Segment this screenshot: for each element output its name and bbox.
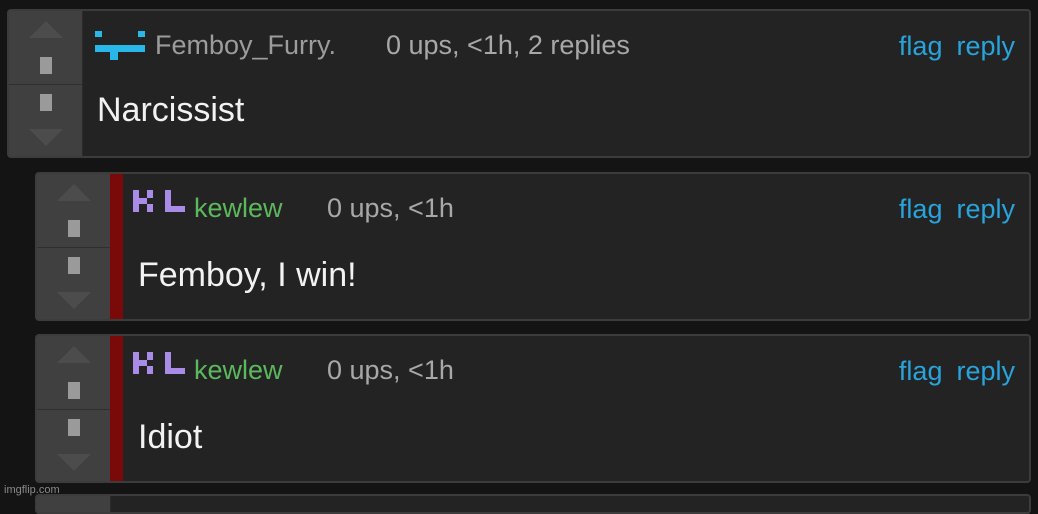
comment-actions: flag reply [885,356,1015,387]
vote-column [37,174,111,319]
downvote-square-icon [67,256,80,274]
downvote-square-icon [67,418,80,436]
upvote-arrow-icon [56,184,91,201]
reply-link[interactable]: reply [956,356,1015,386]
username[interactable]: kewlew [194,193,283,224]
flag-link[interactable]: flag [899,31,943,61]
comment-meta: 0 ups, <1h [327,355,454,385]
vote-column [37,336,111,481]
upvote-arrow-icon [56,346,91,363]
comment-text: Narcissist [97,91,245,129]
upvote-square-icon [67,381,80,399]
vote-column [37,496,111,512]
downvote-square-icon [39,93,52,111]
upvote-button[interactable] [37,336,110,410]
reply-indicator-bar [110,174,123,319]
watermark: imgflip.com [4,484,60,496]
reply-indicator-bar [110,336,123,481]
upvote-button[interactable] [9,11,82,85]
username[interactable]: kewlew [194,355,283,386]
comment-actions: flag reply [885,194,1015,225]
downvote-arrow-icon [28,129,63,146]
comment-kewlew-reply: kewlew 0 ups, <1h flag reply Idiot [35,334,1031,483]
downvote-button[interactable] [37,247,110,320]
downvote-button[interactable] [37,409,110,482]
comment-femboy-furry: Femboy_Furry. 0 ups, <1h, 2 replies flag… [7,9,1031,158]
comment-text: Femboy, I win! [138,256,357,294]
comment-actions: flag reply [885,31,1015,62]
reply-link[interactable]: reply [956,194,1015,224]
flag-link[interactable]: flag [899,194,943,224]
upvote-square-icon [39,56,52,74]
reply-link[interactable]: reply [956,31,1015,61]
vote-column [9,11,83,156]
downvote-arrow-icon [56,454,91,471]
comment-text: Idiot [138,418,203,456]
upvote-arrow-icon [28,21,63,38]
comment-kewlew-reply: kewlew 0 ups, <1h flag reply Femboy, I wi… [35,172,1031,321]
flag-link[interactable]: flag [899,356,943,386]
upvote-square-icon [67,219,80,237]
pixel-avatar-icon[interactable] [133,349,189,379]
downvote-button[interactable] [9,84,82,157]
comment-meta: 0 ups, <1h [327,193,454,223]
downvote-arrow-icon [56,292,91,309]
comment-partial [35,494,1031,514]
username[interactable]: Femboy_Furry. [155,30,336,61]
pixel-avatar-icon[interactable] [93,29,151,85]
pixel-avatar-icon[interactable] [133,187,189,217]
upvote-button[interactable] [37,174,110,248]
comment-meta: 0 ups, <1h, 2 replies [386,30,630,60]
